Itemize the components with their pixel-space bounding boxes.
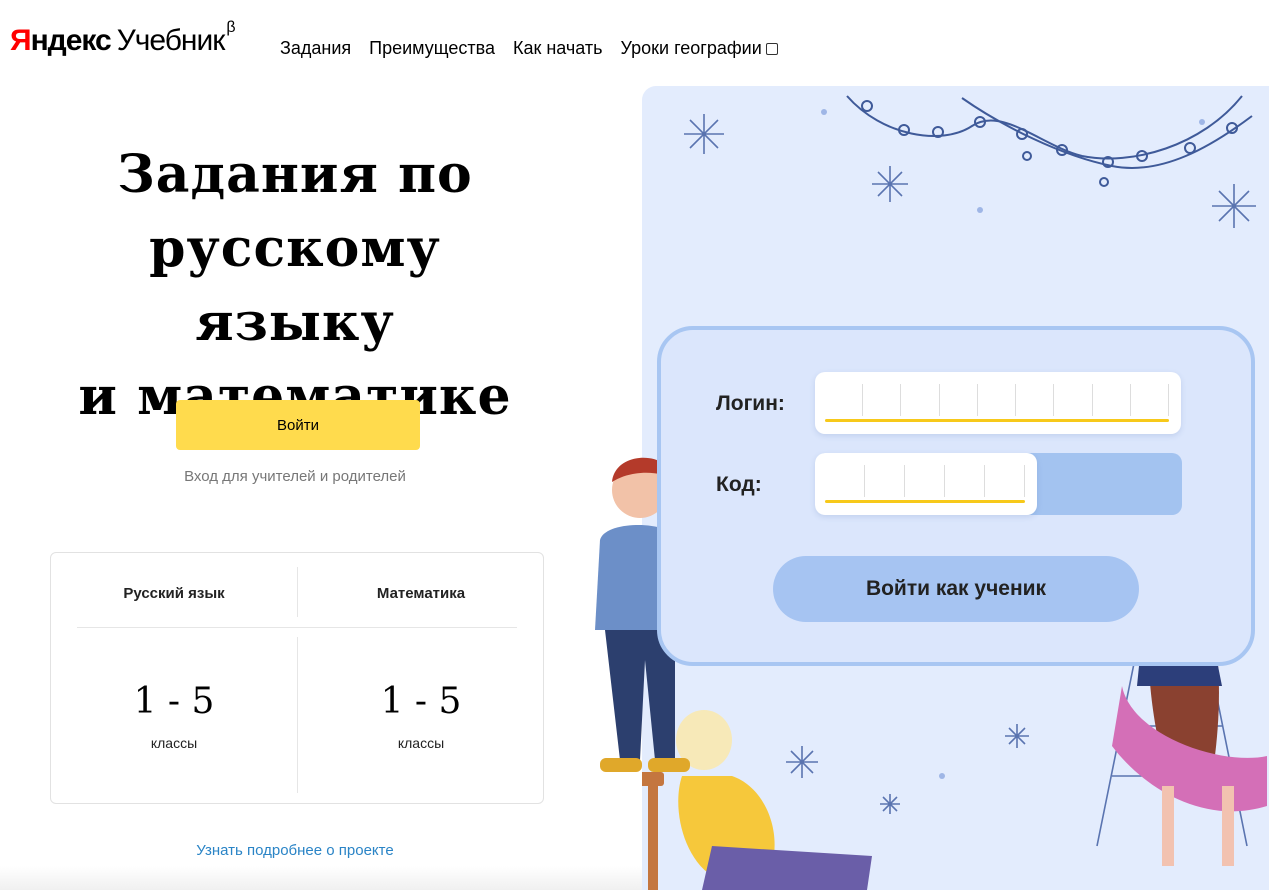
student-login-button[interactable]: Войти как ученик [773, 556, 1139, 622]
input-cell [905, 465, 945, 497]
divider [297, 637, 298, 793]
learn-more-link[interactable]: Узнать подробнее о проекте [40, 842, 550, 859]
girl-bottom-illustration [676, 710, 872, 890]
divider [77, 627, 517, 628]
login-label: Логин: [716, 392, 785, 415]
yandex-uchebnik-logo[interactable]: Яндекс Учебник β [10, 20, 236, 57]
nav-item-how-to-start[interactable]: Как начать [513, 38, 603, 59]
grades-card: Русский язык 1 - 5 классы Математика 1 -… [50, 552, 544, 804]
input-cell [978, 384, 1017, 416]
divider [297, 567, 298, 617]
login-cells [825, 384, 1169, 416]
code-cells [825, 465, 1025, 497]
input-cell [825, 384, 864, 416]
top-header: Яндекс Учебник β Задания Преимущества Ка… [0, 0, 1269, 90]
input-cell [825, 465, 865, 497]
grade-unit: классы [397, 735, 445, 751]
login-underline [825, 419, 1169, 422]
grade-range: 1 - 5 [133, 681, 215, 722]
logo-product: Учебник [116, 24, 226, 57]
nav-item-advantages[interactable]: Преимущества [369, 38, 495, 59]
main-nav: Задания Преимущества Как начать Уроки ге… [280, 38, 796, 59]
input-cell [901, 384, 940, 416]
input-cell [940, 384, 978, 416]
code-field[interactable] [815, 453, 1037, 515]
grades-column-math[interactable]: Математика 1 - 5 классы [298, 553, 544, 803]
input-cell [985, 465, 1025, 497]
input-cell [945, 465, 985, 497]
code-underline [825, 500, 1025, 503]
input-cell [865, 465, 905, 497]
title-line-2: русскому языку [149, 218, 441, 353]
input-cell [1131, 384, 1169, 416]
teacher-login-subtitle: Вход для учителей и родителей [184, 468, 406, 485]
external-link-icon [765, 43, 778, 55]
input-cell [863, 384, 902, 416]
page-title: Задания по русскому языку и математике [40, 138, 550, 434]
nav-item-tasks[interactable]: Задания [280, 38, 351, 59]
logo-ndex: ндекс [30, 24, 112, 57]
input-cell [1093, 384, 1131, 416]
logo-ya: Я [10, 24, 32, 57]
input-cell [1016, 384, 1055, 416]
nav-item-geography-label: Уроки географии [620, 38, 762, 58]
login-field[interactable] [815, 372, 1181, 434]
bottom-fade [0, 866, 642, 890]
grades-column-russian[interactable]: Русский язык 1 - 5 классы [51, 553, 297, 803]
subject-title: Русский язык [123, 585, 225, 602]
grade-unit: классы [150, 735, 198, 751]
code-label: Код: [716, 473, 762, 496]
garland-icon [846, 95, 1253, 187]
title-line-1: Задания по [117, 144, 473, 205]
subject-title: Математика [376, 585, 466, 602]
nav-item-geography-lessons[interactable]: Уроки географии [621, 38, 778, 59]
input-cell [1054, 384, 1093, 416]
teacher-login-button[interactable]: Войти [176, 400, 420, 450]
logo-beta: β [226, 19, 235, 36]
grade-range: 1 - 5 [380, 681, 462, 722]
stool-illustration [642, 772, 664, 890]
